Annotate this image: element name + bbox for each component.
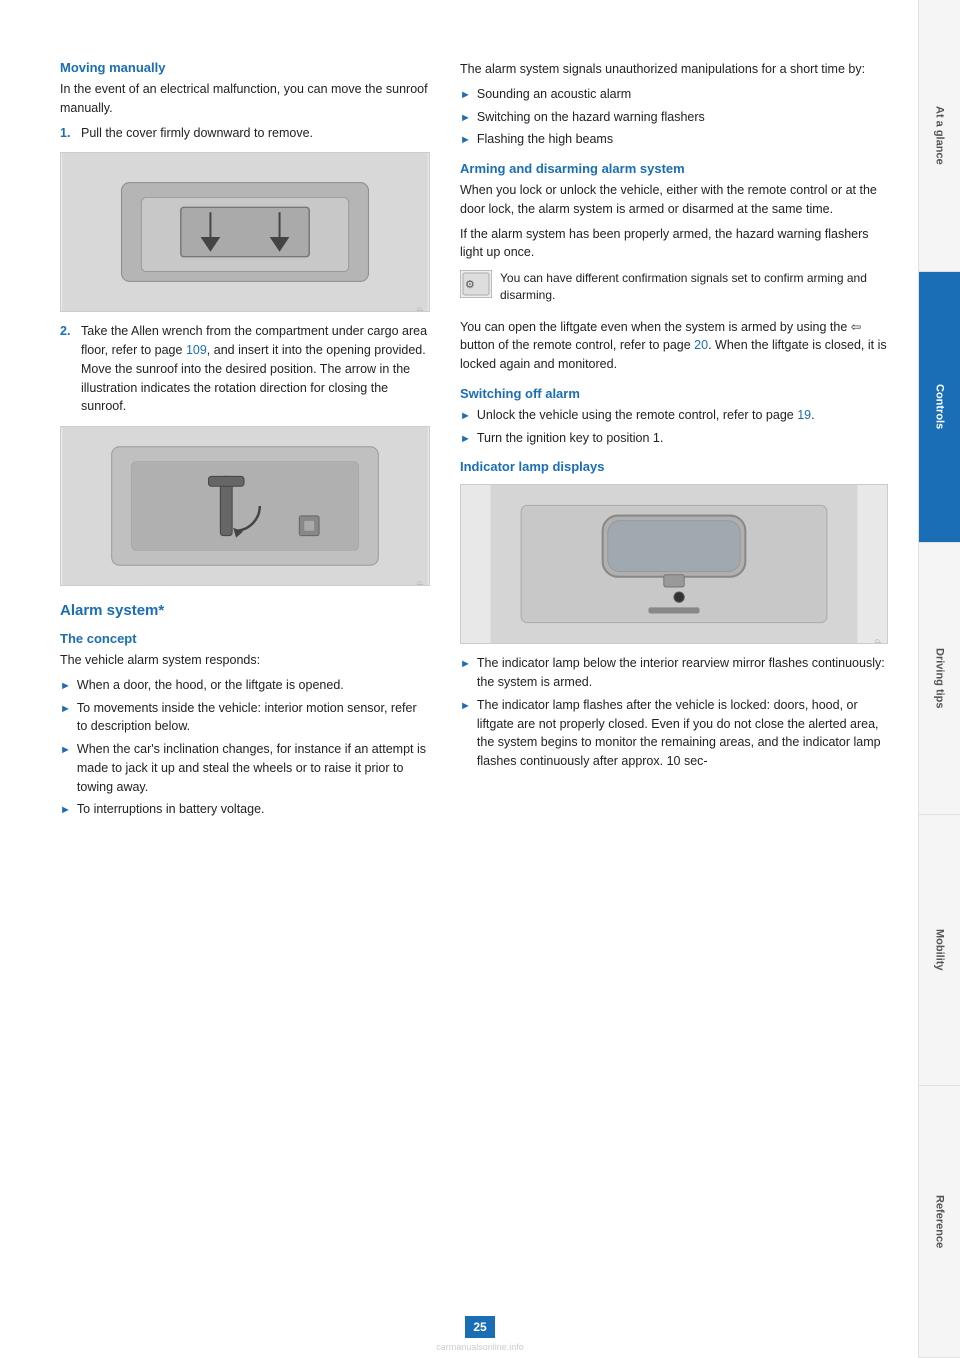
sunroof-wrench-image: WW2W5P.tmp <box>60 426 430 586</box>
page-20-link[interactable]: 20 <box>694 338 708 352</box>
concept-bullet-4-text: To interruptions in battery voltage. <box>77 800 265 819</box>
concept-heading: The concept <box>60 631 430 646</box>
switch-bullet-1-text: Unlock the vehicle using the remote cont… <box>477 406 815 425</box>
indicator-lamp-heading: Indicator lamp displays <box>460 459 888 474</box>
step-2-text: Take the Allen wrench from the compartme… <box>81 322 430 416</box>
concept-bullet-1-text: When a door, the hood, or the liftgate i… <box>77 676 344 695</box>
img1-watermark: WW5Y51.tmp <box>414 307 423 312</box>
indicator-lamp-image: WW3A61.tmp <box>460 484 888 644</box>
alarm-bullet-arrow-3: ► <box>460 132 471 149</box>
arming-para2: If the alarm system has been properly ar… <box>460 225 888 263</box>
sidebar-tab-reference[interactable]: Reference <box>919 1086 960 1358</box>
alarm-bullet-1: ► Sounding an acoustic alarm <box>460 85 888 104</box>
switch-bullet-2-text: Turn the ignition key to position 1. <box>477 429 663 448</box>
concept-bullet-2: ► To movements inside the vehicle: inter… <box>60 699 430 737</box>
indicator-bullet-2-text: The indicator lamp flashes after the veh… <box>477 696 888 771</box>
alarm-bullet-3-text: Flashing the high beams <box>477 130 613 149</box>
sidebar-tab-controls[interactable]: Controls <box>919 272 960 544</box>
note-text: You can have different confirmation sign… <box>500 270 888 304</box>
arming-para1: When you lock or unlock the vehicle, eit… <box>460 181 888 219</box>
img3-watermark: WW3A61.tmp <box>872 639 881 644</box>
indicator-bullet-arrow-2: ► <box>460 698 471 715</box>
img2-watermark: WW2W5P.tmp <box>414 581 423 586</box>
moving-manually-heading: Moving manually <box>60 60 430 75</box>
concept-bullet-1: ► When a door, the hood, or the liftgate… <box>60 676 430 695</box>
switch-bullet-arrow-2: ► <box>460 431 471 448</box>
step-1-num: 1. <box>60 124 76 143</box>
page-19-link[interactable]: 19 <box>797 408 811 422</box>
sunroof-cover-image: WW5Y51.tmp <box>60 152 430 312</box>
concept-bullet-3-text: When the car's inclination changes, for … <box>77 740 430 796</box>
indicator-bullets: ► The indicator lamp below the interior … <box>460 654 888 771</box>
alarm-bullet-1-text: Sounding an acoustic alarm <box>477 85 631 104</box>
right-column: The alarm system signals unauthorized ma… <box>460 60 888 1298</box>
alarm-bullet-arrow-2: ► <box>460 110 471 127</box>
concept-bullets: ► When a door, the hood, or the liftgate… <box>60 676 430 819</box>
page-109-link[interactable]: 109 <box>186 343 207 357</box>
sidebar-tab-at-a-glance[interactable]: At a glance <box>919 0 960 272</box>
note-box: ⚙ You can have different confirmation si… <box>460 270 888 310</box>
bullet-arrow-2: ► <box>60 701 71 718</box>
alarm-bullet-2: ► Switching on the hazard warning flashe… <box>460 108 888 127</box>
main-content: Moving manually In the event of an elect… <box>0 0 918 1358</box>
bullet-arrow-4: ► <box>60 802 71 819</box>
page-container: Moving manually In the event of an elect… <box>0 0 960 1358</box>
alarm-bullet-arrow-1: ► <box>460 87 471 104</box>
moving-manually-intro: In the event of an electrical malfunctio… <box>60 80 430 118</box>
svg-text:⚙: ⚙ <box>465 279 475 291</box>
step-2-num: 2. <box>60 322 76 416</box>
switch-bullet-1: ► Unlock the vehicle using the remote co… <box>460 406 888 425</box>
concept-bullet-4: ► To interruptions in battery voltage. <box>60 800 430 819</box>
alarm-bullet-2-text: Switching on the hazard warning flashers <box>477 108 705 127</box>
step-2: 2. Take the Allen wrench from the compar… <box>60 322 430 416</box>
indicator-bullet-1: ► The indicator lamp below the interior … <box>460 654 888 692</box>
note-icon: ⚙ <box>460 270 492 298</box>
alarm-system-heading: Alarm system* <box>60 602 430 619</box>
sidebar-tab-mobility[interactable]: Mobility <box>919 815 960 1087</box>
alarm-signals-bullets: ► Sounding an acoustic alarm ► Switching… <box>460 85 888 149</box>
switch-bullet-arrow-1: ► <box>460 408 471 425</box>
arming-para3: You can open the liftgate even when the … <box>460 318 888 374</box>
indicator-bullet-2: ► The indicator lamp flashes after the v… <box>460 696 888 771</box>
indicator-bullet-1-text: The indicator lamp below the interior re… <box>477 654 888 692</box>
page-number-area: 25 <box>465 1316 495 1338</box>
switching-off-bullets: ► Unlock the vehicle using the remote co… <box>460 406 888 448</box>
concept-intro: The vehicle alarm system responds: <box>60 651 430 670</box>
bullet-arrow-1: ► <box>60 678 71 695</box>
switch-bullet-2: ► Turn the ignition key to position 1. <box>460 429 888 448</box>
arming-heading: Arming and disarming alarm system <box>460 161 888 176</box>
step-1-text: Pull the cover firmly downward to remove… <box>81 124 313 143</box>
carmanuals-watermark: carmanualsonline.info <box>436 1342 524 1352</box>
step-1: 1. Pull the cover firmly downward to rem… <box>60 124 430 143</box>
switching-off-heading: Switching off alarm <box>460 386 888 401</box>
concept-bullet-2-text: To movements inside the vehicle: interio… <box>77 699 430 737</box>
indicator-bullet-arrow-1: ► <box>460 656 471 673</box>
alarm-bullet-3: ► Flashing the high beams <box>460 130 888 149</box>
page-number: 25 <box>465 1316 495 1338</box>
alarm-signals-intro: The alarm system signals unauthorized ma… <box>460 60 888 79</box>
sidebar: At a glance Controls Driving tips Mobili… <box>918 0 960 1358</box>
bullet-arrow-3: ► <box>60 742 71 759</box>
concept-bullet-3: ► When the car's inclination changes, fo… <box>60 740 430 796</box>
left-column: Moving manually In the event of an elect… <box>60 60 430 1298</box>
sidebar-tab-driving-tips[interactable]: Driving tips <box>919 543 960 815</box>
